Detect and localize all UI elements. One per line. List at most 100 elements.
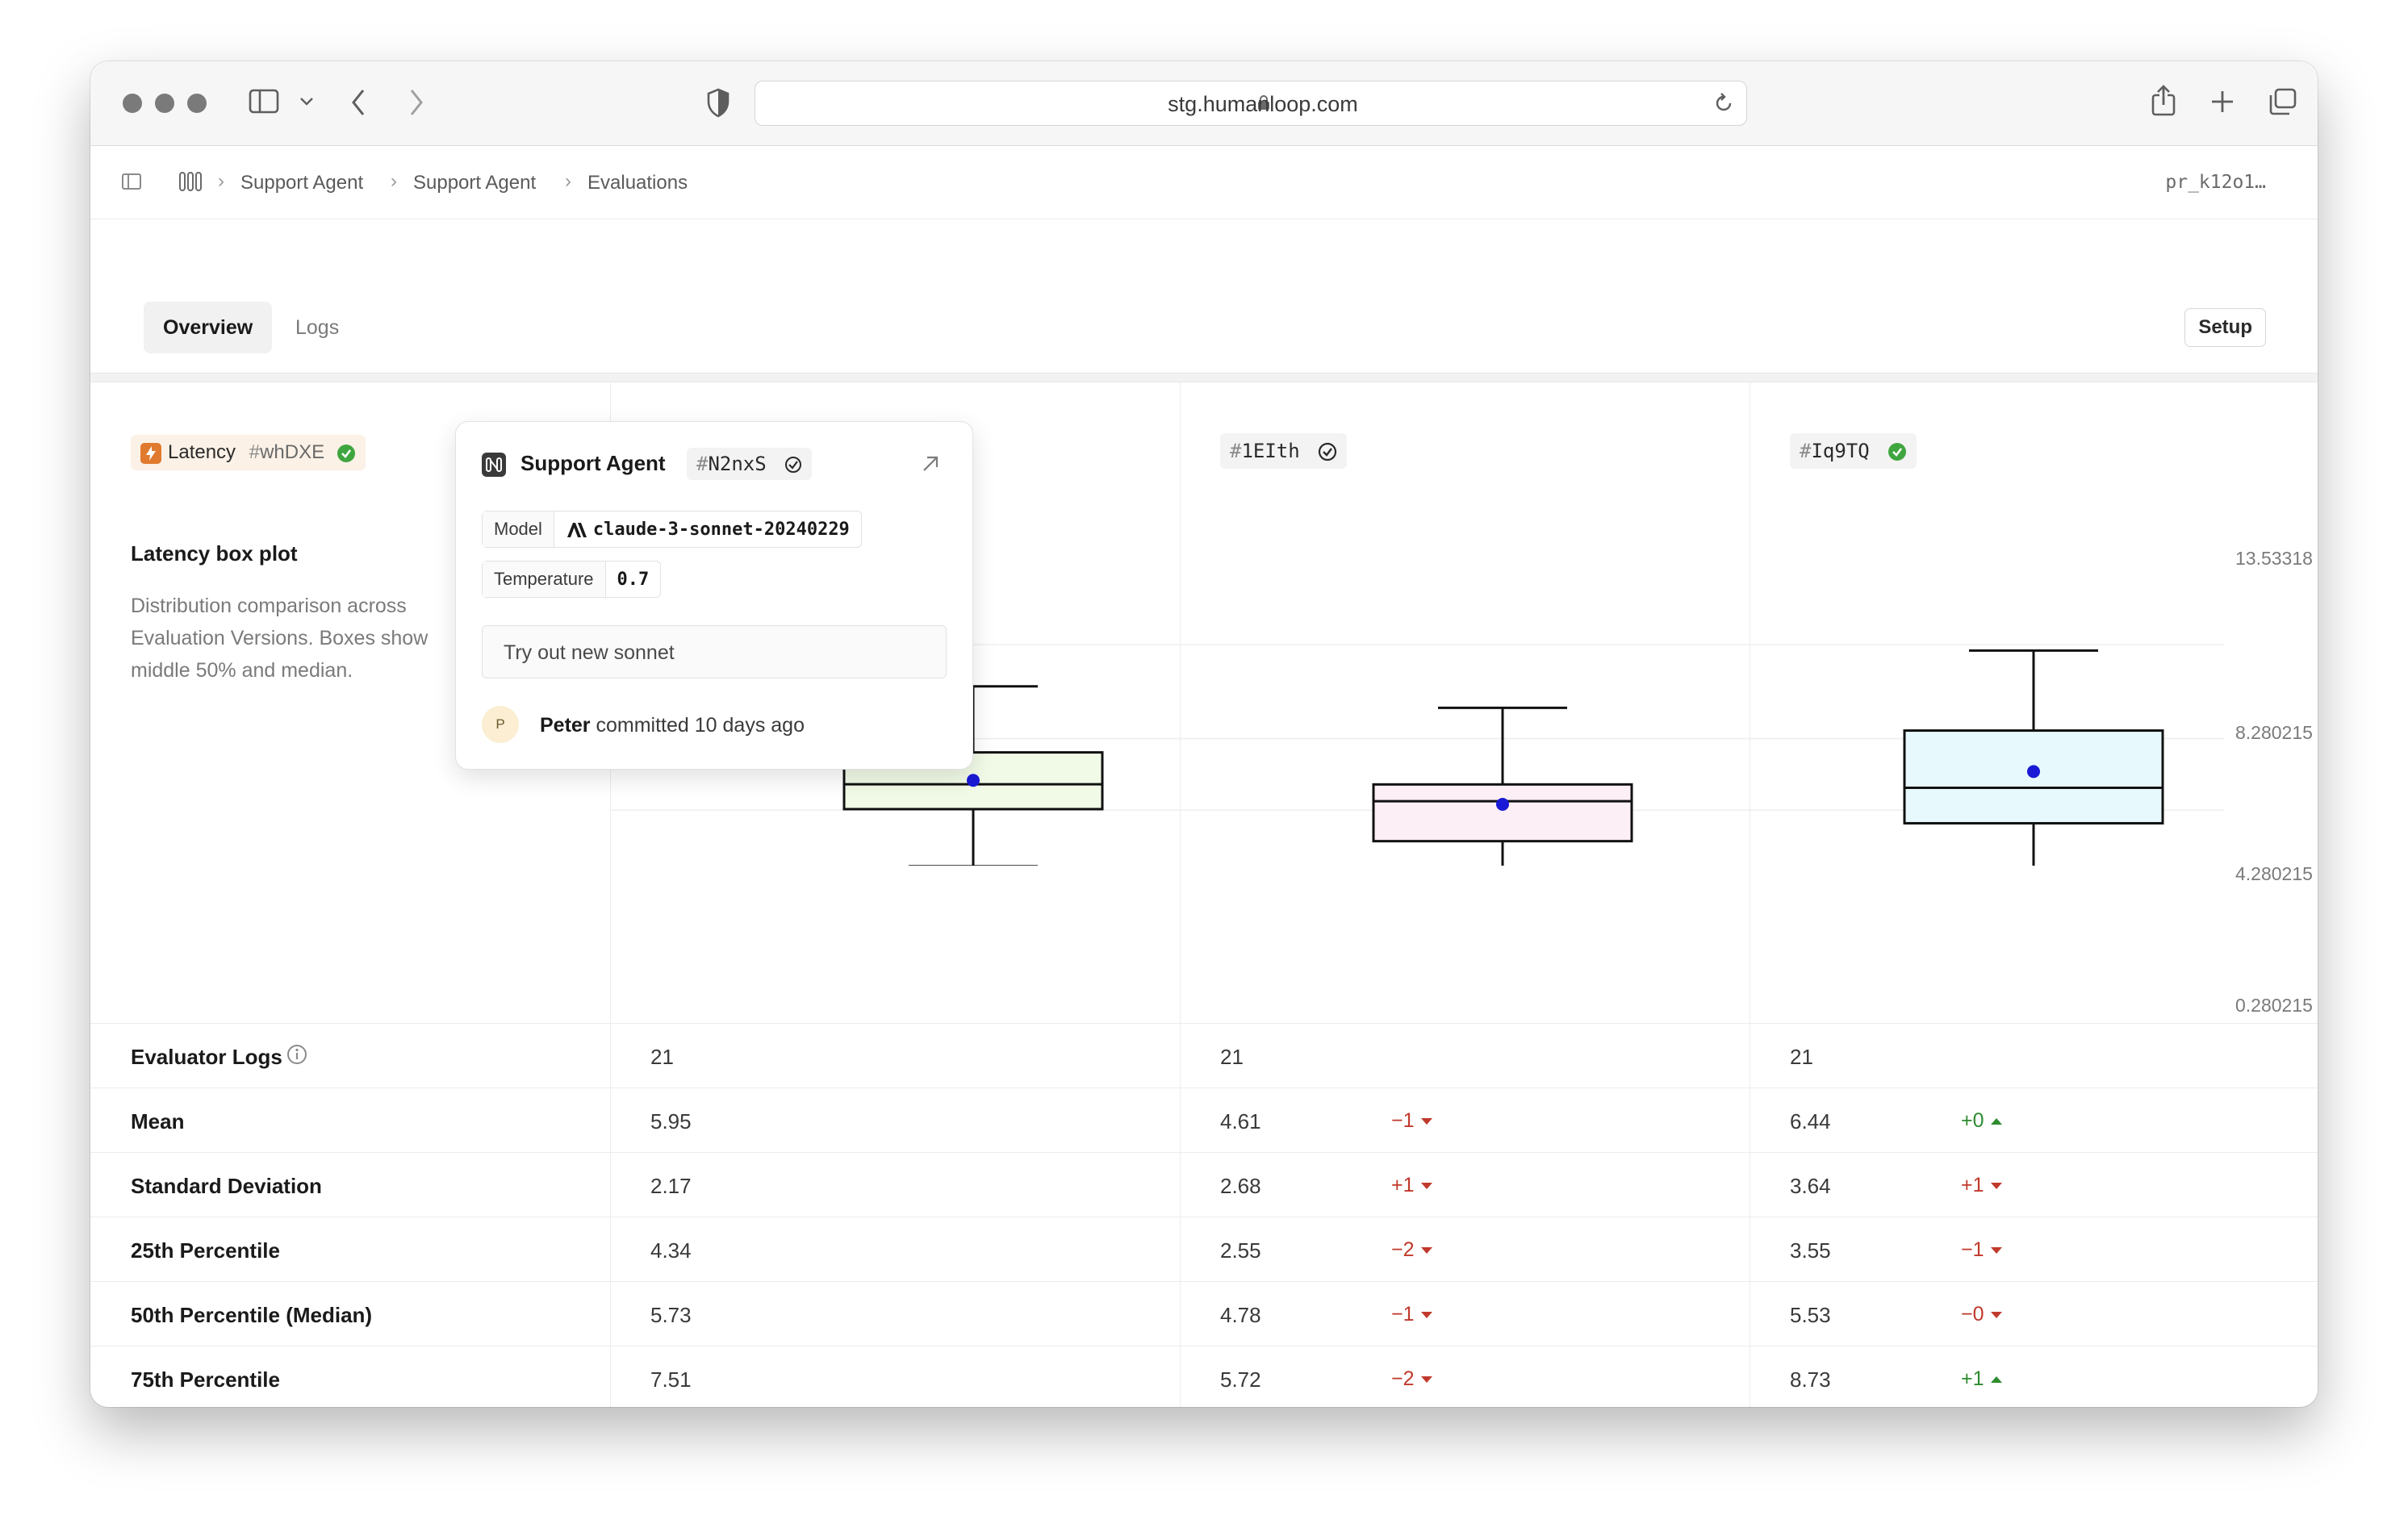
hash-icon: # bbox=[696, 453, 709, 475]
table-row: Mean 5.95 4.61 6.44 −1 +0 bbox=[90, 1088, 2318, 1153]
stat-delta: +1 bbox=[1961, 1174, 2002, 1197]
model-label: Model bbox=[483, 511, 554, 547]
prompt-icon bbox=[482, 453, 506, 477]
triangle-up-icon bbox=[1990, 1376, 2002, 1384]
stat-value: 2.68 bbox=[1220, 1174, 1261, 1198]
commit-author: Peter bbox=[540, 714, 591, 737]
run-id[interactable]: pr_k12o1… bbox=[2165, 172, 2266, 193]
new-tab-icon[interactable] bbox=[2209, 89, 2235, 115]
forward-arrow-icon[interactable] bbox=[407, 87, 426, 118]
tab-overview[interactable]: Overview bbox=[144, 302, 273, 353]
stat-value: 4.34 bbox=[650, 1238, 692, 1263]
chart-description: Distribution comparison across Evaluatio… bbox=[131, 595, 429, 682]
table-row: 50th Percentile (Median) 5.73 4.78 5.53 −1 −0 bbox=[90, 1281, 2318, 1346]
row-label: Standard Deviation bbox=[131, 1174, 322, 1198]
breadcrumb-item-prompt[interactable]: Support Agent bbox=[413, 172, 536, 194]
hash-icon: # bbox=[1230, 440, 1242, 462]
address-bar[interactable]: stg.humanloop.com bbox=[755, 81, 1747, 126]
avatar: P bbox=[482, 706, 519, 743]
tabs-row: Overview Logs Setup bbox=[90, 219, 2318, 373]
check-circle-outline-icon bbox=[1319, 442, 1337, 461]
breadcrumb-item-directory[interactable]: Support Agent bbox=[240, 172, 363, 194]
chevron-down-icon[interactable] bbox=[299, 96, 315, 107]
y-tick-label: 4.280215 bbox=[2235, 863, 2313, 884]
popover-version-chip[interactable]: #N2nxS bbox=[687, 448, 813, 480]
commit-message-box: Try out new sonnet bbox=[482, 625, 947, 678]
shield-icon[interactable] bbox=[705, 87, 731, 118]
minimize-window-button[interactable] bbox=[155, 94, 174, 113]
tab-logs[interactable]: Logs bbox=[276, 302, 358, 353]
row-label: Evaluator Logs bbox=[131, 1045, 282, 1069]
stat-value: 4.78 bbox=[1220, 1303, 1261, 1327]
delta-text: −1 bbox=[1961, 1238, 1984, 1261]
stat-delta: −1 bbox=[1961, 1238, 2002, 1262]
breadcrumb-item-evaluations[interactable]: Evaluations bbox=[587, 172, 688, 194]
back-arrow-icon[interactable] bbox=[349, 87, 368, 118]
app-header: › Support Agent › Support Agent › Evalua… bbox=[90, 146, 2318, 219]
evaluator-id: whDXE bbox=[260, 441, 325, 463]
breadcrumb-separator: › bbox=[565, 170, 571, 192]
mean-point bbox=[1496, 797, 1509, 811]
stat-value: 3.64 bbox=[1790, 1174, 1831, 1198]
open-external-icon[interactable] bbox=[921, 454, 940, 474]
tab-overview-icon[interactable] bbox=[2268, 87, 2298, 116]
stat-value: 4.61 bbox=[1220, 1109, 1261, 1133]
version-id: Iq9TQ bbox=[1811, 440, 1870, 462]
share-icon[interactable] bbox=[2150, 84, 2177, 118]
stat-value: 2.17 bbox=[650, 1174, 692, 1198]
setup-button[interactable]: Setup bbox=[2184, 308, 2266, 347]
url-text: stg.humanloop.com bbox=[1168, 92, 1358, 116]
version-chip-iq9tq[interactable]: #Iq9TQ bbox=[1790, 433, 1917, 469]
delta-text: −1 bbox=[1391, 1109, 1415, 1132]
check-circle-icon bbox=[1888, 443, 1907, 461]
anthropic-logo-icon bbox=[566, 522, 587, 537]
hash-icon: # bbox=[249, 441, 261, 463]
triangle-down-icon bbox=[1990, 1312, 2002, 1319]
stat-value: 5.95 bbox=[650, 1109, 692, 1133]
chart-title: Latency box plot bbox=[131, 541, 298, 566]
check-circle-icon bbox=[337, 444, 355, 462]
info-icon[interactable] bbox=[286, 1043, 308, 1066]
delta-text: −2 bbox=[1391, 1367, 1415, 1390]
version-chip-1eith[interactable]: #1EIth bbox=[1220, 433, 1348, 469]
triangle-down-icon bbox=[1420, 1183, 1432, 1190]
stat-value: 21 bbox=[650, 1045, 674, 1069]
sidebar-toggle-icon[interactable] bbox=[249, 88, 281, 115]
row-label: Mean bbox=[131, 1109, 185, 1133]
browser-window: stg.humanloop.com › Support Agent › Supp… bbox=[90, 61, 2318, 1407]
y-tick-label: 13.53318 bbox=[2235, 548, 2313, 569]
stat-value: 3.55 bbox=[1790, 1238, 1831, 1263]
y-tick-label: 8.280215 bbox=[2235, 722, 2313, 743]
stat-value: 21 bbox=[1790, 1045, 1813, 1069]
stat-value: 5.73 bbox=[650, 1303, 692, 1327]
commit-info: Peter committed 10 days ago bbox=[540, 714, 805, 737]
breadcrumb-separator: › bbox=[218, 170, 224, 192]
stat-delta: −2 bbox=[1391, 1238, 1432, 1262]
box-1eith[interactable] bbox=[1372, 706, 1633, 866]
triangle-down-icon bbox=[1990, 1183, 2002, 1190]
temperature-field: Temperature 0.7 bbox=[482, 561, 662, 598]
reload-icon[interactable] bbox=[1712, 92, 1735, 115]
table-row: 75th Percentile 7.51 5.72 8.73 −2 +1 bbox=[90, 1346, 2318, 1407]
zoom-window-button[interactable] bbox=[187, 94, 207, 113]
popover-version-id: N2nxS bbox=[708, 453, 767, 475]
delta-text: +0 bbox=[1961, 1109, 1984, 1132]
row-label: 25th Percentile bbox=[131, 1238, 280, 1263]
temperature-value: 0.7 bbox=[617, 569, 650, 590]
version-popover: Support Agent #N2nxS Model claude-3-sonn… bbox=[455, 421, 973, 770]
delta-text: −1 bbox=[1391, 1303, 1415, 1326]
triangle-down-icon bbox=[1420, 1247, 1432, 1255]
model-field: Model claude-3-sonnet-20240229 bbox=[482, 511, 862, 548]
close-window-button[interactable] bbox=[123, 94, 142, 113]
evaluator-chip[interactable]: Latency #whDXE bbox=[131, 435, 366, 470]
panel-toggle-icon[interactable] bbox=[121, 172, 144, 191]
popover-title: Support Agent bbox=[520, 451, 666, 475]
stat-delta: −1 bbox=[1391, 1303, 1432, 1326]
humanloop-logo-icon[interactable] bbox=[178, 170, 203, 193]
delta-text: +1 bbox=[1391, 1174, 1415, 1196]
latency-evaluator-icon bbox=[140, 442, 161, 464]
version-id: 1EIth bbox=[1241, 440, 1300, 462]
browser-toolbar: stg.humanloop.com bbox=[90, 61, 2318, 146]
stat-delta: −2 bbox=[1391, 1367, 1432, 1391]
box-iq9tq[interactable] bbox=[1903, 649, 2164, 866]
